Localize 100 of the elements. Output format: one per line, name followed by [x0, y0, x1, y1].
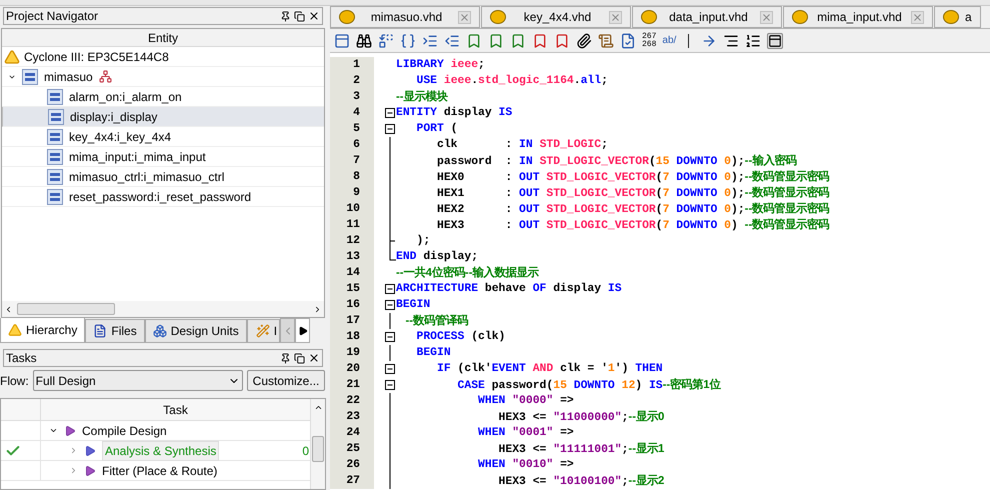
file-tab[interactable]: mimasuo.vhd [330, 6, 480, 28]
pin-icon[interactable] [280, 352, 291, 364]
line-number: 17 [330, 313, 374, 329]
fold-toggle-icon[interactable] [384, 105, 396, 121]
code-line: HEX3 <= "10100100";--显示2 [498, 474, 664, 490]
line-number: 16 [330, 297, 374, 313]
code-editor[interactable] [330, 53, 990, 490]
file-tab[interactable]: a [934, 6, 981, 28]
file-icon [641, 10, 657, 24]
code-line: HEX0 : OUT STD_LOGIC_VECTOR(7 DOWNTO 0);--数码管显示密码 [436, 169, 830, 186]
line-number: 25 [330, 441, 374, 457]
close-icon[interactable] [308, 10, 320, 22]
list-icon[interactable] [745, 32, 762, 48]
scroll-icon[interactable] [598, 32, 614, 48]
file-tab[interactable]: mima_input.vhd [783, 6, 933, 28]
scrollbar-thumb[interactable] [312, 436, 324, 462]
braces-icon[interactable] [400, 32, 416, 48]
customize-button[interactable]: Customize... [246, 370, 326, 391]
tree-item[interactable]: mimasuo_ctrl:i_mimasuo_ctrl [2, 167, 324, 187]
line-number: 15 [330, 281, 374, 297]
code-line: ENTITY display IS [396, 106, 512, 121]
line-number: 20 [330, 361, 374, 377]
tree-item-label: mima_input:i_mima_input [69, 148, 206, 166]
vertical-scrollbar[interactable] [310, 399, 325, 489]
column-header[interactable]: Entity [2, 29, 324, 47]
fold-toggle-icon[interactable] [384, 281, 396, 297]
restore-icon[interactable] [294, 352, 305, 364]
file-icon [792, 10, 808, 24]
vhd-file-icon [47, 148, 63, 164]
close-icon[interactable] [308, 352, 320, 364]
panel-tab[interactable]: Design Units [144, 319, 247, 343]
replace-icon[interactable] [378, 32, 394, 48]
panel-tab[interactable]: I [246, 319, 280, 343]
tree-item[interactable]: key_4x4:i_key_4x4 [2, 127, 324, 147]
line-number: 23 [330, 409, 374, 425]
fold-toggle-icon[interactable] [384, 361, 396, 377]
bookmark-icon[interactable] [554, 32, 570, 48]
scrollbar-thumb[interactable] [17, 303, 115, 315]
outdent-icon[interactable] [444, 32, 460, 48]
code-line: IF (clk'EVENT AND clk = '1') THEN [436, 362, 663, 377]
task-label[interactable]: Analysis & Synthesis [102, 440, 220, 460]
task-label[interactable]: Fitter (Place & Route) [102, 462, 218, 480]
vhd-file-icon [47, 88, 63, 104]
line-number: 21 [330, 377, 374, 393]
line-number: 10 [330, 201, 374, 217]
code-line: password : IN STD_LOGIC_VECTOR(15 DOWNTO 0);--输入密码 [436, 153, 796, 170]
panel-tab[interactable]: Hierarchy [0, 318, 86, 343]
line-number: 2 [330, 73, 374, 89]
scroll-left-icon[interactable] [4, 304, 13, 314]
restore-icon[interactable] [294, 10, 305, 22]
window-icon[interactable] [334, 32, 350, 48]
paperclip-icon[interactable] [576, 32, 592, 48]
code-line: BEGIN [396, 298, 430, 313]
panel-tab[interactable]: Files [85, 319, 145, 343]
panel-title: Project Navigator [6, 8, 100, 25]
code-line: ARCHITECTURE behave OF display IS [396, 282, 622, 297]
file-icon [490, 10, 506, 24]
tree-item[interactable]: mimasuo [2, 67, 324, 87]
tree-item-label: mimasuo [44, 68, 93, 86]
line-number: 19 [330, 345, 374, 361]
file-tab[interactable]: data_input.vhd [632, 6, 782, 28]
scroll-right-button[interactable] [295, 318, 310, 343]
horizontal-scrollbar[interactable] [2, 301, 324, 317]
code-line: PROCESS (clk) [416, 330, 506, 345]
bookmark-icon[interactable] [466, 32, 482, 48]
vhd-file-icon [47, 128, 63, 144]
fold-toggle-icon[interactable] [384, 329, 396, 345]
vhd-file-icon [48, 108, 64, 124]
tree-item-label: mimasuo_ctrl:i_mimasuo_ctrl [69, 168, 224, 186]
panel-icon[interactable] [767, 32, 784, 48]
wrap-button[interactable]: ab/ [662, 33, 676, 48]
task-label[interactable]: Compile Design [82, 422, 167, 440]
binoculars-icon[interactable] [356, 32, 372, 48]
fold-toggle-icon[interactable] [384, 121, 396, 137]
line-number: 26 [330, 457, 374, 473]
code-line: --数码管译码 [404, 314, 468, 328]
bookmark-icon[interactable] [488, 32, 504, 48]
scroll-up-icon[interactable] [314, 403, 322, 412]
document-check-icon[interactable] [620, 32, 636, 48]
file-tab[interactable]: key_4x4.vhd [481, 6, 631, 28]
tree-item[interactable]: display:i_display [2, 107, 324, 127]
play-icon [64, 424, 76, 436]
device-label[interactable]: Cyclone III: EP3C5E144C8 [24, 48, 169, 66]
line-numbers-button[interactable]: 267 268 [642, 32, 656, 48]
code-line: WHEN "0010" => [477, 458, 574, 473]
scroll-right-icon[interactable] [313, 304, 322, 314]
bookmark-icon[interactable] [532, 32, 548, 48]
fold-toggle-icon[interactable] [384, 297, 396, 313]
file-icon [943, 10, 959, 24]
fold-toggle-icon[interactable] [384, 377, 396, 393]
bookmark-icon[interactable] [510, 32, 526, 48]
indent-icon[interactable] [422, 32, 438, 48]
pin-icon[interactable] [280, 10, 291, 22]
code-line: HEX3 : OUT STD_LOGIC_VECTOR(7 DOWNTO 0) --数码管显示密码 [436, 217, 830, 234]
tree-item[interactable]: reset_password:i_reset_password [2, 187, 324, 207]
vhd-file-icon [22, 68, 38, 84]
align-right-icon[interactable] [723, 32, 740, 48]
tree-item[interactable]: mima_input:i_mima_input [2, 147, 324, 167]
flow-dropdown[interactable]: Full Design [32, 370, 243, 391]
warning-icon [4, 48, 20, 64]
